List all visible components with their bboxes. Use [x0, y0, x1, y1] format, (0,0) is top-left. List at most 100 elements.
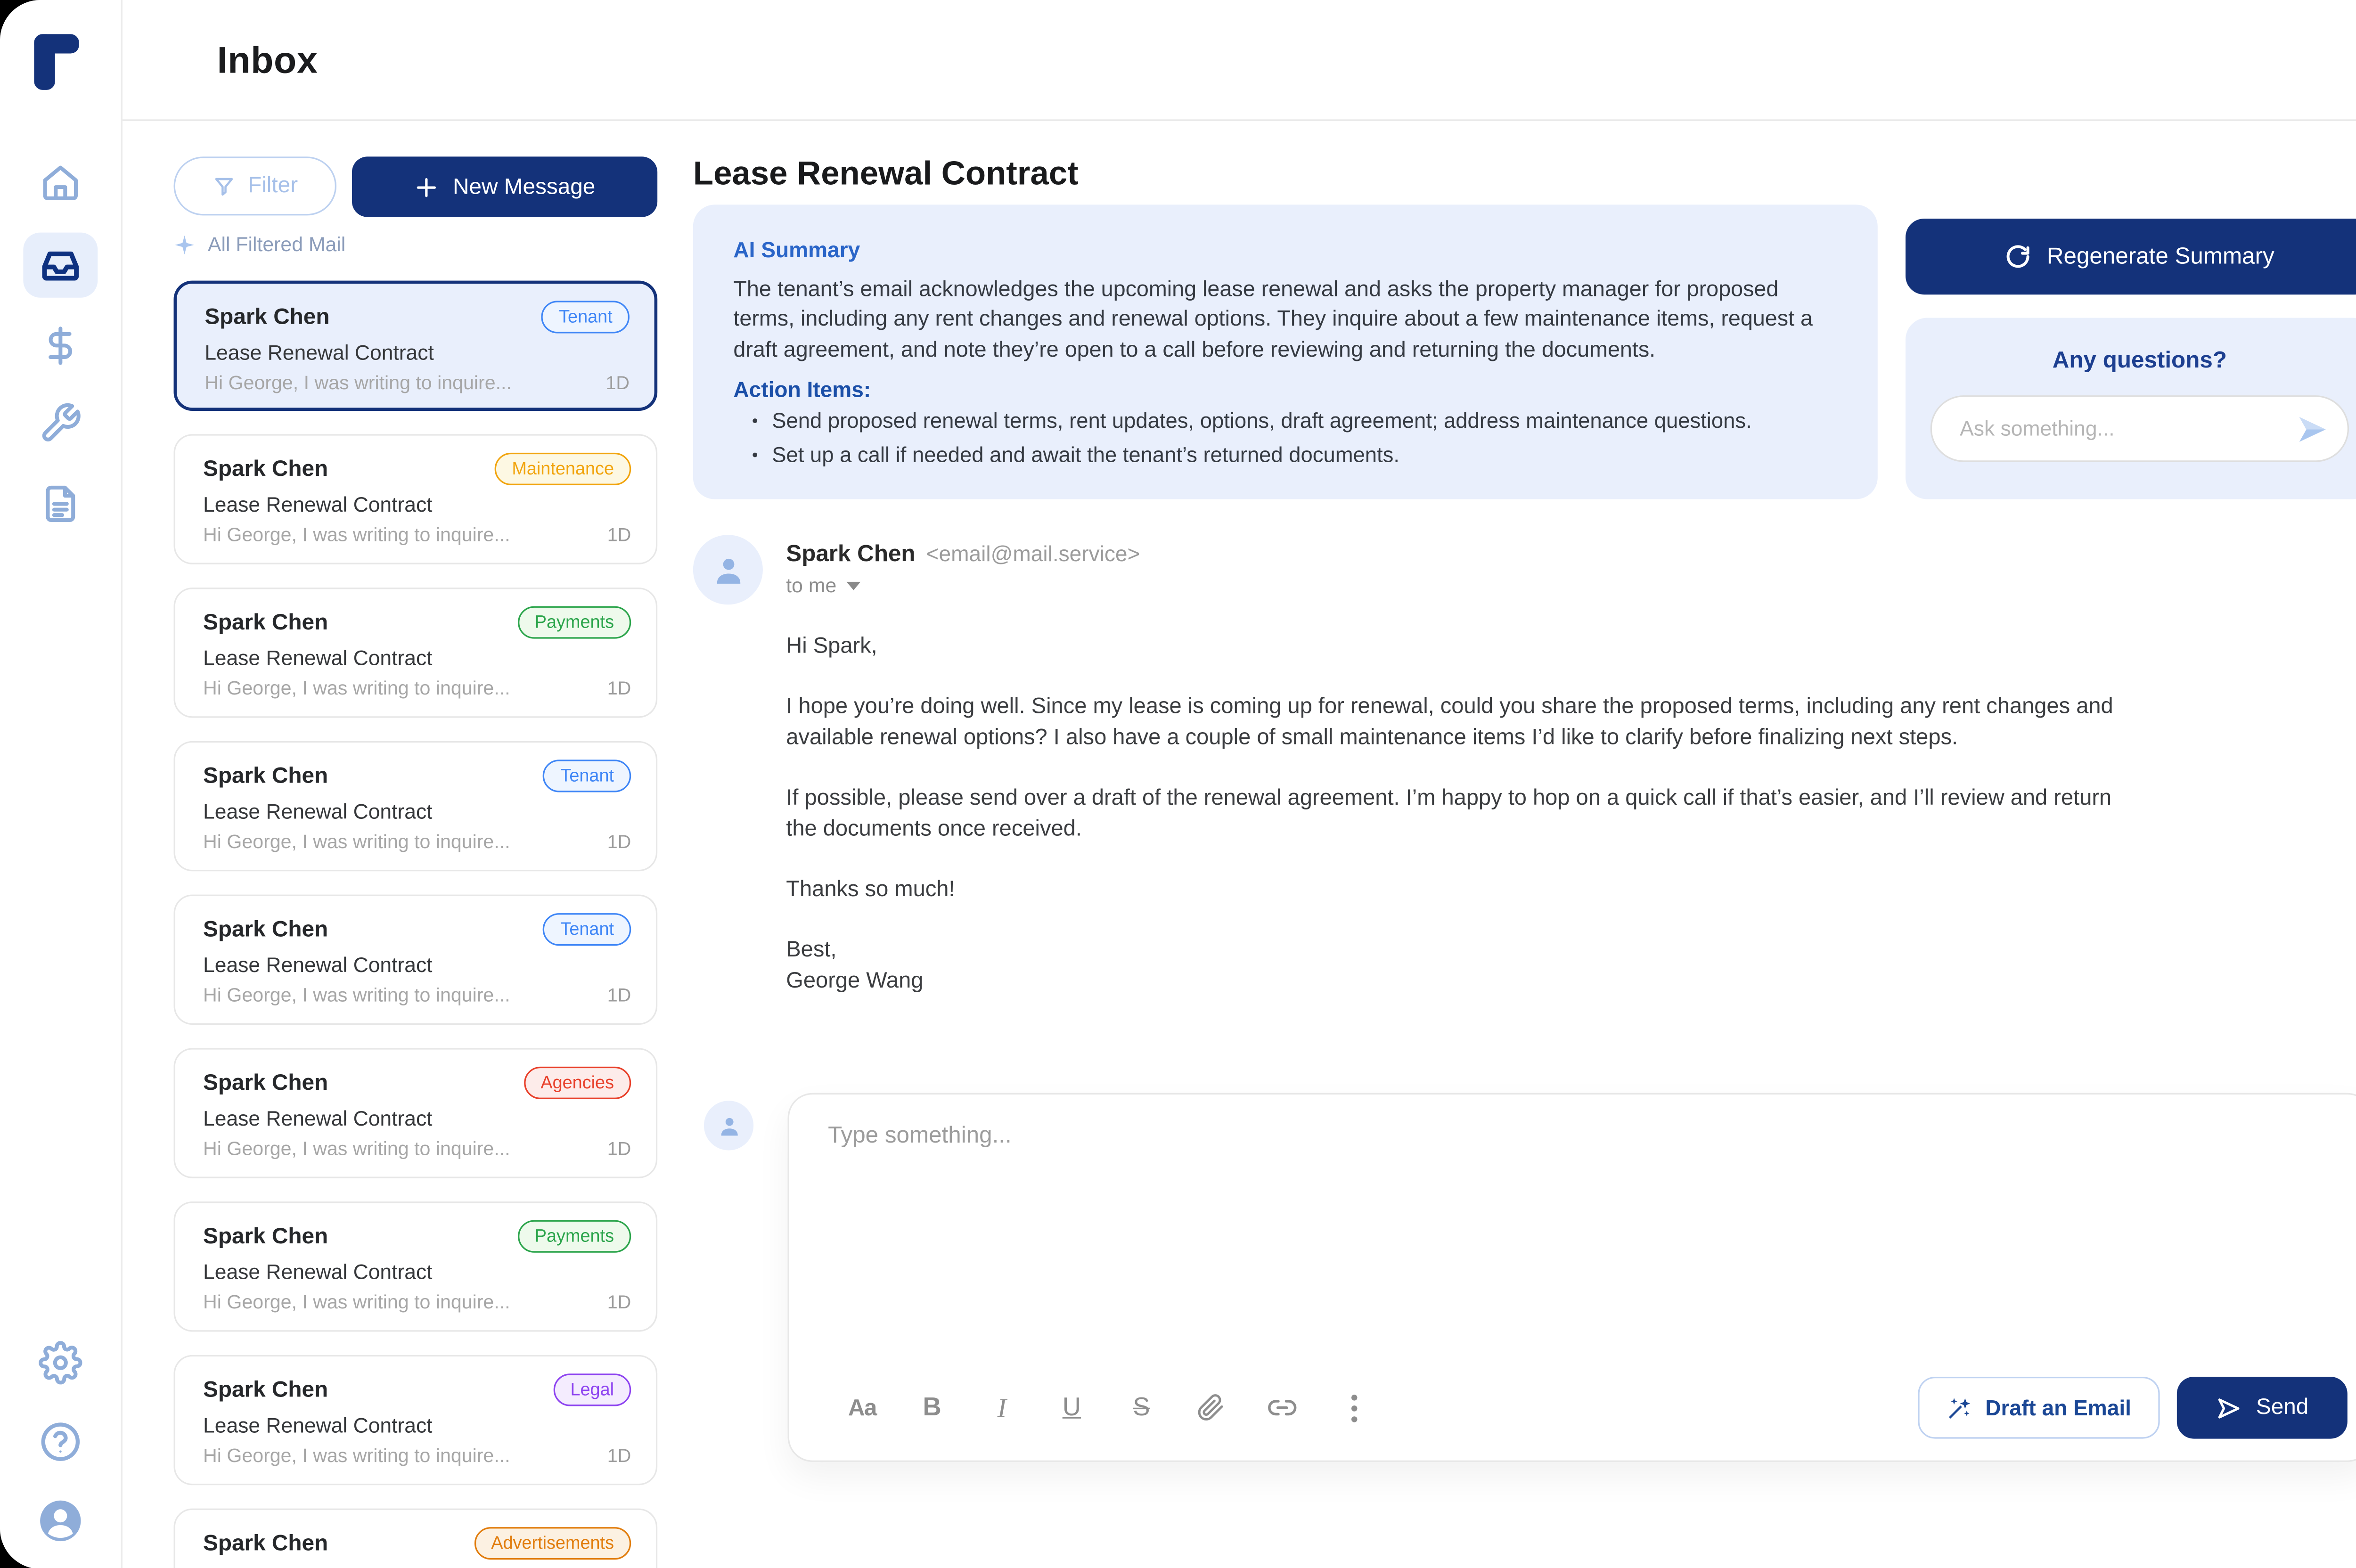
page-title: Inbox — [217, 41, 318, 84]
email-list-item[interactable]: Spark Chen Legal Lease Renewal Contract … — [174, 1355, 658, 1485]
ai-summary-panel: AI Summary The tenant’s email acknowledg… — [693, 204, 1878, 499]
email-sender: Spark Chen — [203, 1531, 328, 1556]
maintenance-icon[interactable] — [39, 401, 82, 445]
link-icon[interactable] — [1267, 1389, 1298, 1426]
recipient-row[interactable]: to me — [786, 573, 1140, 596]
action-item-text: Send proposed renewal terms, rent update… — [772, 408, 1752, 435]
email-snippet: Hi George, I was writing to inquire... — [203, 1446, 510, 1467]
email-list-item[interactable]: Spark Chen Advertisements Lease Renewal … — [174, 1509, 658, 1568]
draft-an-email-button[interactable]: Draft an Email — [1918, 1377, 2160, 1439]
sidebar — [0, 0, 123, 1568]
email-time: 1D — [607, 524, 631, 546]
questions-panel: Any questions? — [1906, 318, 2356, 499]
message-header: Spark Chen <email@mail.service> to me — [786, 541, 1140, 596]
email-tag: Payments — [518, 1220, 631, 1253]
new-message-button[interactable]: New Message — [352, 156, 657, 217]
chevron-down-icon — [846, 580, 860, 590]
email-time: 1D — [607, 1446, 631, 1467]
email-sender: Spark Chen — [205, 305, 329, 330]
profile-icon[interactable] — [37, 1498, 84, 1544]
sparkle-icon — [174, 233, 196, 255]
email-subject: Lease Renewal Contract — [203, 954, 631, 977]
email-snippet: Hi George, I was writing to inquire... — [203, 1292, 510, 1314]
all-filtered-mail-row[interactable]: All Filtered Mail — [174, 233, 346, 256]
questions-title: Any questions? — [1906, 347, 2356, 374]
compose-input[interactable] — [828, 1122, 2316, 1324]
email-tag: Payments — [518, 606, 631, 639]
ai-summary-body: The tenant’s email acknowledges the upco… — [733, 276, 1831, 366]
attachment-icon[interactable] — [1197, 1389, 1225, 1426]
email-tag: Tenant — [542, 301, 630, 334]
send-button[interactable]: Send — [2177, 1377, 2348, 1439]
email-time: 1D — [607, 1138, 631, 1160]
bullet-icon: • — [752, 408, 758, 435]
text-style-button[interactable]: Aa — [848, 1389, 876, 1426]
compose-toolbar: Aa B I U S — [848, 1389, 1368, 1426]
user-avatar — [704, 1101, 753, 1150]
email-time: 1D — [607, 678, 631, 700]
documents-icon[interactable] — [39, 482, 82, 525]
action-item-text: Set up a call if needed and await the te… — [772, 441, 1399, 469]
screen: Inbox Filter New Message All Filtered Ma… — [0, 0, 2356, 1568]
help-icon[interactable] — [38, 1419, 83, 1464]
ask-input[interactable] — [1932, 417, 2285, 440]
email-time: 1D — [607, 832, 631, 853]
bullet-icon: • — [752, 441, 758, 469]
email-list-item[interactable]: Spark Chen Agencies Lease Renewal Contra… — [174, 1048, 658, 1178]
filter-icon — [212, 174, 235, 197]
email-snippet: Hi George, I was writing to inquire... — [205, 373, 512, 394]
email-time: 1D — [605, 373, 629, 394]
email-list-item[interactable]: Spark Chen Tenant Lease Renewal Contract… — [174, 741, 658, 871]
email-list-item[interactable]: Spark Chen Tenant Lease Renewal Contract… — [174, 281, 658, 411]
underline-button[interactable]: U — [1058, 1389, 1086, 1426]
regenerate-summary-label: Regenerate Summary — [2047, 244, 2274, 270]
regenerate-summary-button[interactable]: Regenerate Summary — [1906, 219, 2356, 294]
inbox-icon[interactable] — [38, 243, 83, 287]
filter-label: Filter — [248, 174, 298, 199]
email-list-item[interactable]: Spark Chen Payments Lease Renewal Contra… — [174, 1201, 658, 1331]
email-subject: Lease Renewal Contract — [203, 1261, 631, 1284]
email-snippet: Hi George, I was writing to inquire... — [203, 678, 510, 700]
email-tag: Maintenance — [495, 453, 631, 486]
app-logo-icon[interactable] — [33, 31, 91, 91]
email-time: 1D — [607, 1292, 631, 1314]
plus-icon — [414, 174, 439, 199]
send-label: Send — [2256, 1395, 2308, 1420]
draft-an-email-label: Draft an Email — [1985, 1395, 2131, 1420]
ask-input-wrap — [1931, 395, 2349, 462]
email-subject: Lease Renewal Contract — [203, 800, 631, 824]
email-tag: Tenant — [543, 760, 631, 792]
email-subject: Lease Renewal Contract — [205, 342, 630, 365]
email-tag: Legal — [553, 1373, 631, 1406]
email-sender: Spark Chen — [203, 457, 328, 482]
settings-icon[interactable] — [39, 1341, 82, 1384]
more-options-icon[interactable] — [1340, 1389, 1368, 1426]
email-subject: Lease Renewal Contract — [203, 647, 631, 670]
recipient-label: to me — [786, 573, 836, 596]
strikethrough-button[interactable]: S — [1128, 1389, 1155, 1426]
app-window: Inbox Filter New Message All Filtered Ma… — [0, 0, 2356, 1568]
refresh-icon — [2005, 244, 2031, 270]
email-time: 1D — [607, 985, 631, 1007]
payments-icon[interactable] — [39, 324, 82, 368]
sender-avatar — [693, 535, 763, 604]
email-subject: Lease Renewal Contract — [203, 1414, 631, 1437]
email-list-item[interactable]: Spark Chen Tenant Lease Renewal Contract… — [174, 895, 658, 1025]
email-sender: Spark Chen — [203, 610, 328, 635]
email-list-item[interactable]: Spark Chen Maintenance Lease Renewal Con… — [174, 434, 658, 564]
home-icon[interactable] — [39, 161, 82, 204]
action-items-heading: Action Items: — [733, 376, 1834, 401]
email-sender: Spark Chen — [203, 764, 328, 789]
email-tag: Advertisements — [474, 1527, 631, 1560]
filter-button[interactable]: Filter — [174, 156, 337, 215]
ai-summary-heading: AI Summary — [733, 237, 1834, 262]
ask-send-button[interactable] — [2285, 402, 2338, 455]
email-snippet: Hi George, I was writing to inquire... — [203, 832, 510, 853]
email-snippet: Hi George, I was writing to inquire... — [203, 985, 510, 1007]
email-sender: Spark Chen — [203, 1378, 328, 1403]
bold-button[interactable]: B — [918, 1389, 946, 1426]
email-sender: Spark Chen — [203, 1224, 328, 1249]
email-list-item[interactable]: Spark Chen Payments Lease Renewal Contra… — [174, 588, 658, 718]
email-tag: Agencies — [524, 1067, 631, 1100]
italic-button[interactable]: I — [988, 1389, 1016, 1426]
